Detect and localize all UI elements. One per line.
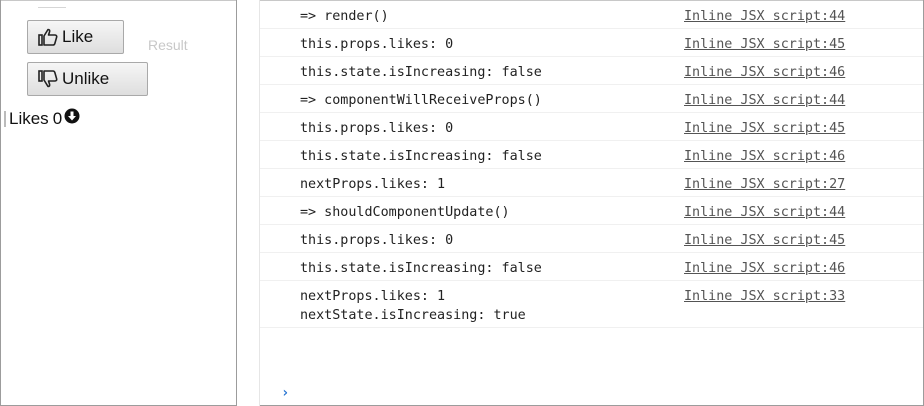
console-log-row: => shouldComponentUpdate() Inline JSX scr… bbox=[260, 197, 923, 225]
likes-counter: Likes 0 bbox=[4, 108, 80, 129]
console-source-link[interactable]: Inline JSX script:45 bbox=[684, 35, 845, 54]
console-input[interactable] bbox=[300, 383, 904, 405]
console-log-row: nextProps.likes: 1 Inline JSX script:27 bbox=[260, 169, 923, 197]
console-log-message: => render() bbox=[300, 9, 389, 24]
thumbs-up-icon bbox=[38, 28, 58, 46]
console-source-link[interactable]: Inline JSX script:44 bbox=[684, 7, 845, 26]
console-source-link[interactable]: Inline JSX script:33 bbox=[684, 287, 845, 306]
console-log-message: => shouldComponentUpdate() bbox=[300, 205, 510, 220]
splitter-handle[interactable] bbox=[38, 7, 66, 8]
console-log-message: this.props.likes: 0 bbox=[300, 121, 454, 136]
console-source-link[interactable]: Inline JSX script:44 bbox=[684, 91, 845, 110]
circle-arrow-down-icon bbox=[64, 108, 80, 129]
console-log-message: => componentWillReceiveProps() bbox=[300, 93, 542, 108]
likes-divider bbox=[4, 110, 6, 127]
console-log-message: nextProps.likes: 1 nextState.isIncreasin… bbox=[300, 289, 526, 323]
prompt-chevron-icon: › bbox=[281, 385, 290, 401]
console-log-row: this.state.isIncreasing: false Inline JSX… bbox=[260, 253, 923, 281]
console-log-row: => componentWillReceiveProps() Inline JSX… bbox=[260, 85, 923, 113]
console-log-row: this.state.isIncreasing: false Inline JSX… bbox=[260, 141, 923, 169]
console-log-message: this.state.isIncreasing: false bbox=[300, 261, 542, 276]
console-log-row: => render() Inline JSX script:44 bbox=[260, 1, 923, 29]
console-log-message: nextProps.likes: 1 bbox=[300, 177, 446, 192]
console-log-row: this.props.likes: 0 Inline JSX script:45 bbox=[260, 225, 923, 253]
console-source-link[interactable]: Inline JSX script:44 bbox=[684, 203, 845, 222]
unlike-button[interactable]: Unlike bbox=[27, 62, 148, 96]
console-log-message: this.props.likes: 0 bbox=[300, 233, 454, 248]
like-button[interactable]: Like bbox=[27, 20, 124, 54]
console-log-message: this.state.isIncreasing: false bbox=[300, 149, 542, 164]
console-source-link[interactable]: Inline JSX script:46 bbox=[684, 147, 845, 166]
console-source-link[interactable]: Inline JSX script:45 bbox=[684, 231, 845, 250]
result-watermark: Result bbox=[148, 37, 188, 53]
console-log-message: this.props.likes: 0 bbox=[300, 37, 454, 52]
console-source-link[interactable]: Inline JSX script:27 bbox=[684, 175, 845, 194]
console-log-row: this.state.isIncreasing: false Inline JSX… bbox=[260, 57, 923, 85]
thumbs-down-icon bbox=[38, 70, 58, 88]
result-pane: Result Like Unlike Likes 0 bbox=[1, 1, 236, 405]
like-button-label: Like bbox=[62, 27, 94, 46]
console-log-message: this.state.isIncreasing: false bbox=[300, 65, 542, 80]
jsx-playground: Result Like Unlike Likes 0 › => render()… bbox=[0, 0, 924, 406]
console-log-row: this.props.likes: 0 Inline JSX script:45 bbox=[260, 29, 923, 57]
unlike-button-label: Unlike bbox=[62, 69, 110, 88]
console-log-row: nextProps.likes: 1 nextState.isIncreasin… bbox=[260, 281, 923, 328]
likes-count: 0 bbox=[52, 108, 63, 128]
likes-label: Likes bbox=[9, 108, 49, 128]
console-log-row: this.props.likes: 0 Inline JSX script:45 bbox=[260, 113, 923, 141]
console-source-link[interactable]: Inline JSX script:46 bbox=[684, 259, 845, 278]
console-source-link[interactable]: Inline JSX script:46 bbox=[684, 63, 845, 82]
console-source-link[interactable]: Inline JSX script:45 bbox=[684, 119, 845, 138]
console-pane: › => render() Inline JSX script:44 this.pr… bbox=[260, 1, 923, 405]
console-gutter bbox=[237, 0, 259, 406]
